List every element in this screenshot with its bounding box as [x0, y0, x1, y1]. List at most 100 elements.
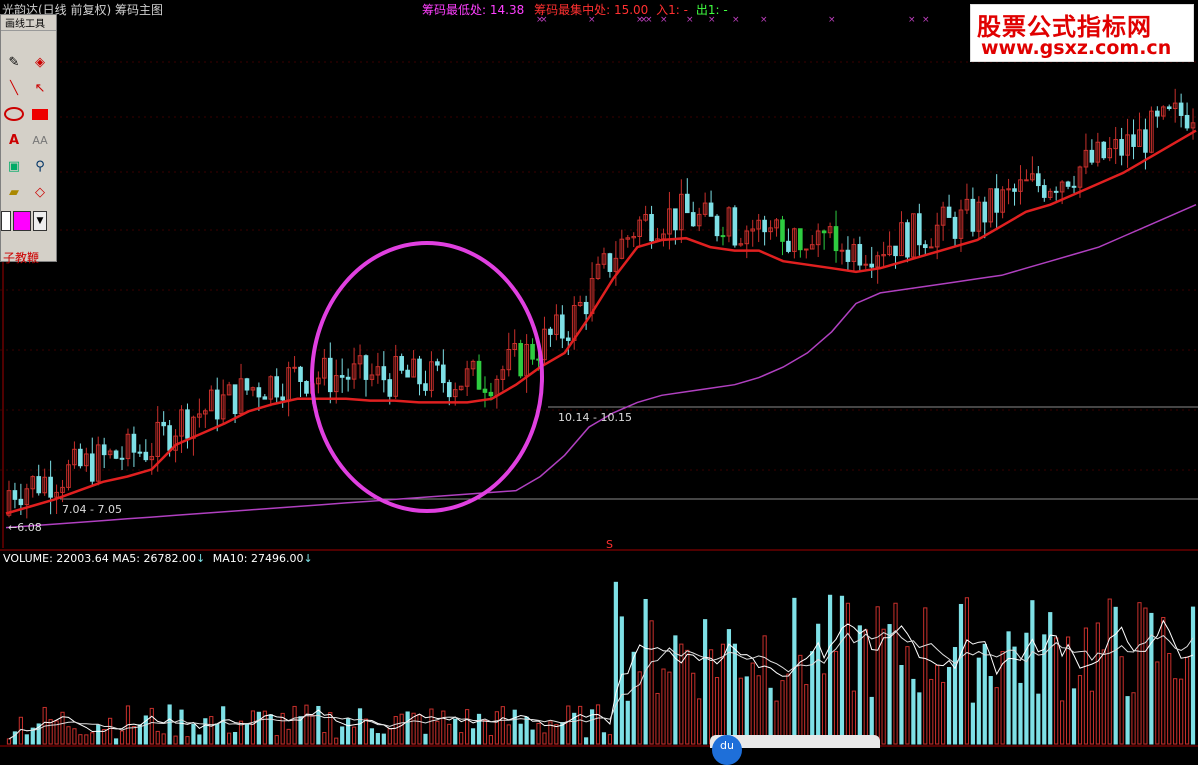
volume-bar	[917, 692, 922, 745]
ellipse-icon[interactable]	[3, 103, 25, 125]
volume-bar	[209, 716, 214, 745]
candle-body	[780, 219, 785, 242]
center-label: 筹码最集中处:	[534, 3, 611, 17]
volume-bar	[649, 620, 654, 745]
diamond-icon[interactable]: ◇	[29, 181, 51, 203]
candle-body	[786, 240, 791, 252]
volume-bar	[923, 607, 928, 745]
volume-bar	[441, 710, 446, 745]
color-swatch-magenta[interactable]	[13, 211, 31, 231]
candle-body	[893, 245, 898, 257]
candle-body	[292, 366, 297, 369]
chip-marker: ×	[908, 15, 916, 25]
candle-body	[119, 457, 125, 460]
price-tag-range2: 10.14 - 10.15	[558, 411, 632, 424]
indicator-header: 筹码最低处: 14.38 筹码最集中处: 15.00 入1: - 出1: -	[422, 1, 728, 18]
candle-body	[845, 249, 851, 262]
volume-bar	[476, 713, 482, 745]
volume-bar	[1167, 653, 1172, 745]
volume-bar	[595, 704, 601, 745]
volume-bar	[542, 732, 547, 745]
volume-bar	[1173, 678, 1178, 745]
candle-body	[1036, 173, 1041, 187]
annotation-overlay: ×× × ××× × × × × × × × ×S	[310, 15, 930, 551]
candle-body	[530, 343, 535, 360]
zoom-icon[interactable]: ⚲	[29, 155, 51, 177]
arrow-icon[interactable]: ↖	[29, 77, 51, 99]
volume-bar	[1083, 627, 1089, 745]
volume-bar	[786, 673, 791, 745]
volume-bar	[798, 654, 803, 745]
bottom-toolbar[interactable]: du	[710, 735, 880, 765]
volume-bar	[1179, 678, 1184, 745]
volume-bar	[304, 704, 309, 745]
chevron-down-icon[interactable]: ▼	[33, 211, 47, 231]
volume-bar	[66, 726, 71, 745]
candle-body	[214, 389, 220, 420]
candle-body	[131, 433, 137, 453]
volume-bar	[149, 707, 154, 745]
candle-body	[304, 380, 309, 394]
purple-ma-line	[5, 204, 1197, 529]
volume-bar	[762, 635, 767, 745]
volume-bar	[488, 735, 494, 745]
candle-body	[36, 476, 42, 494]
candle-body	[732, 207, 738, 246]
toolbox-title: 画线工具	[1, 15, 56, 31]
folder-icon[interactable]: ▰	[3, 181, 25, 203]
rectangle-icon[interactable]	[29, 103, 51, 125]
ma10-value: 27496.00	[250, 552, 304, 565]
candle-body	[244, 378, 250, 391]
candle-body	[869, 263, 875, 268]
candle-body	[1101, 141, 1107, 159]
red-ma-line	[5, 129, 1197, 515]
volume-bar	[1048, 612, 1053, 745]
drawing-toolbox[interactable]: 画线工具 ✎ ◈ ╲ ↖ A AA ▣ ⚲ ▰ ◇ ▼ 子教鞭	[0, 14, 57, 265]
volume-bar	[322, 732, 327, 745]
candle-body	[1071, 185, 1077, 188]
volume-bar	[691, 672, 696, 745]
volume-bar	[334, 737, 339, 745]
watermark-logo: 股票公式指标网 www.gsxz.com.cn	[970, 4, 1194, 62]
candle-body	[1131, 134, 1136, 147]
volume-bar	[423, 733, 428, 745]
volume-bar	[935, 664, 940, 745]
volume-bar	[1042, 634, 1047, 745]
volume-bar	[964, 597, 970, 745]
volume-bar	[667, 671, 672, 745]
volume-bar	[1054, 637, 1059, 745]
volume-bar	[24, 734, 29, 745]
volume-bar	[470, 728, 476, 745]
volume-bar	[357, 708, 363, 745]
volume-bar	[429, 708, 434, 745]
color-swatch-white[interactable]	[1, 211, 11, 231]
volume-bar	[994, 687, 999, 745]
text-outline-icon[interactable]: AA	[29, 129, 51, 151]
volume-bar	[393, 716, 398, 745]
in-value: -	[683, 3, 688, 17]
volume-bar	[108, 717, 113, 745]
eraser-icon[interactable]: ◈	[29, 51, 51, 73]
volume-bar	[833, 650, 839, 745]
volume-bar	[244, 724, 250, 745]
volume-bar	[232, 731, 238, 745]
volume-bar	[435, 720, 440, 745]
candle-body	[714, 215, 720, 237]
volume-bar	[881, 628, 886, 745]
volume-bars	[6, 581, 1196, 745]
low-value: 14.38	[489, 3, 525, 17]
candle-body	[363, 355, 369, 380]
volume-bar	[584, 737, 589, 745]
candle-body	[857, 244, 863, 266]
candle-body	[798, 228, 803, 251]
candle-body	[762, 219, 767, 233]
assistant-icon[interactable]: du	[712, 735, 742, 765]
volume-bar	[1071, 688, 1077, 745]
line-icon[interactable]: ╲	[3, 77, 25, 99]
text-icon[interactable]: A	[3, 129, 25, 151]
candle-body	[476, 360, 482, 390]
chart-canvas[interactable]: ×× × ××× × × × × × × × ×S	[0, 0, 1198, 748]
pen-icon[interactable]: ✎	[3, 51, 25, 73]
volume-bar	[369, 728, 375, 745]
screen-icon[interactable]: ▣	[3, 155, 25, 177]
